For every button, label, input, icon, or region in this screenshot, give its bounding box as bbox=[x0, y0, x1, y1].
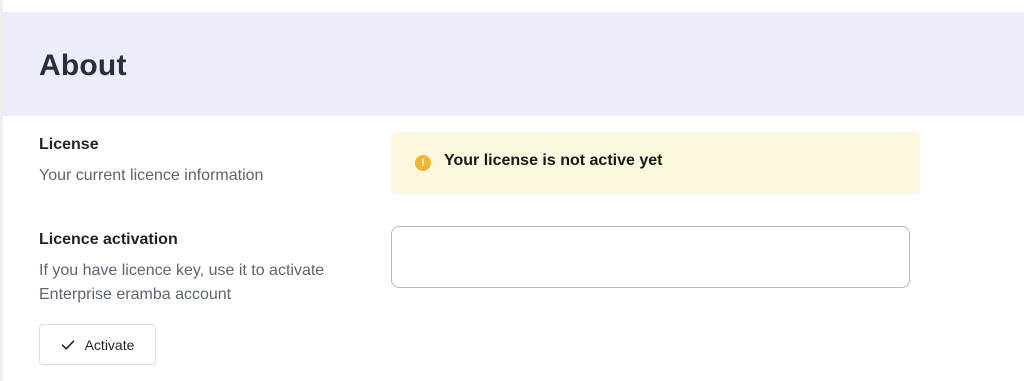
license-status-alert: ! Your license is not active yet bbox=[391, 132, 920, 194]
licence-key-input[interactable] bbox=[391, 226, 910, 288]
license-status-text: Your license is not active yet bbox=[444, 152, 663, 169]
licence-activation-title: Licence activation bbox=[39, 231, 178, 248]
activate-button[interactable]: Activate bbox=[39, 324, 156, 365]
page-title: About bbox=[39, 49, 127, 82]
license-section-title: License bbox=[39, 136, 99, 153]
page-header: About bbox=[3, 12, 1024, 116]
activate-button-label: Activate bbox=[84, 336, 135, 353]
licence-activation-description: If you have licence key, use it to activ… bbox=[39, 262, 325, 303]
license-section-description: Your current licence information bbox=[39, 167, 264, 184]
check-icon bbox=[61, 338, 75, 352]
warning-circle-icon: ! bbox=[415, 155, 431, 171]
